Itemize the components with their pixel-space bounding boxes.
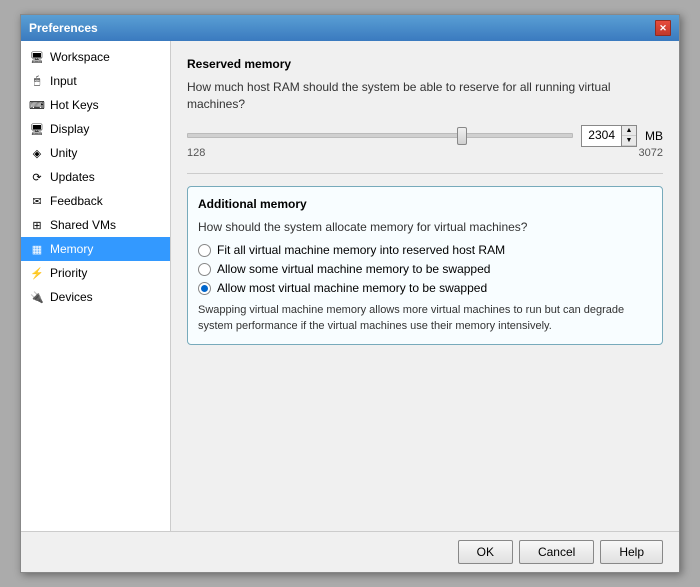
spinbox-down-button[interactable]: ▼ [622, 136, 636, 146]
sharedvms-icon: ⊞ [29, 217, 45, 233]
additional-memory-desc: How should the system allocate memory fo… [198, 219, 652, 236]
close-button[interactable]: ✕ [655, 20, 671, 36]
radio-allow_most[interactable] [198, 282, 211, 295]
sidebar-label-sharedvms: Shared VMs [50, 218, 116, 232]
slider-min: 128 [187, 147, 205, 159]
help-button[interactable]: Help [600, 540, 663, 564]
sidebar-item-devices[interactable]: 🔌 Devices [21, 285, 170, 309]
sidebar-label-display: Display [50, 122, 89, 136]
reserved-memory-title: Reserved memory [187, 57, 663, 71]
sidebar-label-priority: Priority [50, 266, 87, 280]
sidebar-item-memory[interactable]: ▦ Memory [21, 237, 170, 261]
sidebar-item-updates[interactable]: ⟳ Updates [21, 165, 170, 189]
sidebar-label-input: Input [50, 74, 77, 88]
spinbox-up-button[interactable]: ▲ [622, 126, 636, 136]
unity-icon: ◈ [29, 145, 45, 161]
radio-item-fit_all[interactable]: Fit all virtual machine memory into rese… [198, 243, 652, 257]
radio-fit_all[interactable] [198, 244, 211, 257]
display-icon: 🖥 [29, 121, 45, 137]
sidebar-label-devices: Devices [50, 290, 93, 304]
sidebar-item-input[interactable]: 🖱 Input [21, 69, 170, 93]
radio-label-allow_some: Allow some virtual machine memory to be … [217, 262, 490, 276]
memory-unit: MB [645, 129, 663, 143]
slider-track[interactable] [187, 133, 573, 138]
slider-container: 2304 ▲ ▼ MB [187, 125, 663, 147]
sidebar-label-updates: Updates [50, 170, 95, 184]
radio-item-allow_most[interactable]: Allow most virtual machine memory to be … [198, 281, 652, 295]
sidebar-item-sharedvms[interactable]: ⊞ Shared VMs [21, 213, 170, 237]
sidebar-item-priority[interactable]: ⚡ Priority [21, 261, 170, 285]
main-panel: Reserved memory How much host RAM should… [171, 41, 679, 531]
additional-memory-section: Additional memory How should the system … [187, 186, 663, 346]
updates-icon: ⟳ [29, 169, 45, 185]
sidebar-item-unity[interactable]: ◈ Unity [21, 141, 170, 165]
memory-icon: ▦ [29, 241, 45, 257]
window-title: Preferences [29, 21, 98, 35]
footer: OK Cancel Help [21, 531, 679, 572]
radio-item-allow_some[interactable]: Allow some virtual machine memory to be … [198, 262, 652, 276]
slider-range: 128 3072 [187, 147, 663, 159]
sidebar-label-memory: Memory [50, 242, 93, 256]
radio-group: Fit all virtual machine memory into rese… [198, 243, 652, 295]
title-bar-controls: ✕ [655, 20, 671, 36]
memory-spinbox: 2304 ▲ ▼ [581, 125, 637, 147]
reserved-memory-section: Reserved memory How much host RAM should… [187, 57, 663, 159]
spinbox-value[interactable]: 2304 [582, 126, 622, 146]
input-icon: 🖱 [29, 73, 45, 89]
feedback-icon: ✉ [29, 193, 45, 209]
sidebar-item-workspace[interactable]: 🖥 Workspace [21, 45, 170, 69]
radio-allow_some[interactable] [198, 263, 211, 276]
hotkeys-icon: ⌨ [29, 97, 45, 113]
slider-thumb[interactable] [457, 127, 467, 145]
sidebar-item-display[interactable]: 🖥 Display [21, 117, 170, 141]
spinbox-buttons: ▲ ▼ [622, 126, 636, 146]
sidebar-label-feedback: Feedback [50, 194, 103, 208]
cancel-button[interactable]: Cancel [519, 540, 594, 564]
sidebar-item-feedback[interactable]: ✉ Feedback [21, 189, 170, 213]
priority-icon: ⚡ [29, 265, 45, 281]
additional-memory-title: Additional memory [198, 197, 652, 211]
sidebar-label-hotkeys: Hot Keys [50, 98, 99, 112]
sidebar-label-workspace: Workspace [50, 50, 110, 64]
workspace-icon: 🖥 [29, 49, 45, 65]
radio-label-allow_most: Allow most virtual machine memory to be … [217, 281, 487, 295]
slider-max: 3072 [639, 147, 663, 159]
swap-note: Swapping virtual machine memory allows m… [198, 303, 652, 334]
sidebar-label-unity: Unity [50, 146, 77, 160]
ok-button[interactable]: OK [458, 540, 513, 564]
preferences-window: Preferences ✕ 🖥Workspace🖱Input⌨Hot Keys🖥… [20, 14, 680, 573]
content-area: 🖥 Workspace 🖱 Input ⌨ Hot Keys 🖥 Display ◈ Unity ⟳… [21, 41, 679, 531]
title-bar: Preferences ✕ [21, 15, 679, 41]
sidebar-item-hotkeys[interactable]: ⌨ Hot Keys [21, 93, 170, 117]
radio-label-fit_all: Fit all virtual machine memory into rese… [217, 243, 505, 257]
section-divider [187, 173, 663, 174]
reserved-memory-desc: How much host RAM should the system be a… [187, 79, 663, 113]
devices-icon: 🔌 [29, 289, 45, 305]
sidebar: 🖥 Workspace 🖱 Input ⌨ Hot Keys 🖥 Display ◈ Unity ⟳… [21, 41, 171, 531]
